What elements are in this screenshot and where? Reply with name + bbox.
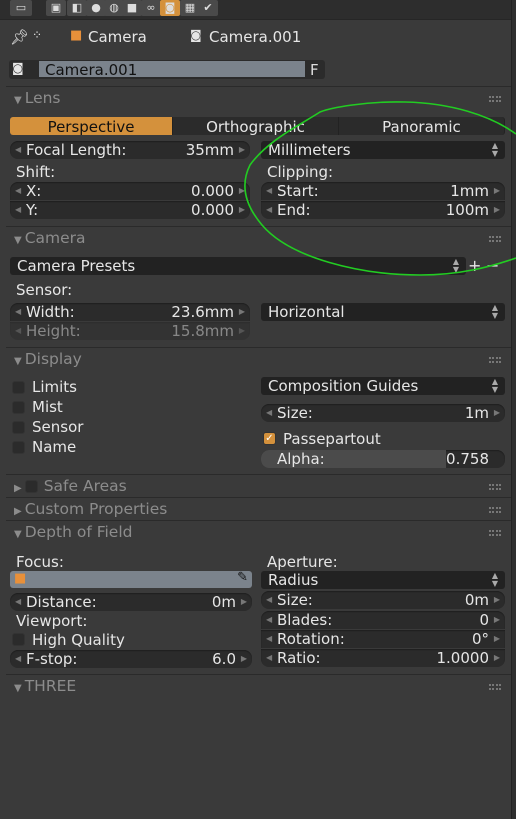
dof-panel-header[interactable]: ▼ Depth of Field xyxy=(14,522,132,542)
fstop-field[interactable]: ◀ F-stop: 6.0 ▶ xyxy=(10,650,252,668)
blades-field[interactable]: ◀ Blades: 0 ▶ xyxy=(261,611,505,629)
properties-header: ▭ ▣ ◧ ● ◍ ■ ∞ ◙ ▦ ✔ xyxy=(0,0,516,20)
breadcrumb-data: Camera.001 xyxy=(209,28,302,46)
drag-grip-icon[interactable] xyxy=(489,484,501,490)
lens-unit-dropdown[interactable]: Millimeters ▲ ▼ xyxy=(261,141,505,159)
fake-user-button[interactable]: F xyxy=(310,61,319,79)
three-title: THREE xyxy=(24,677,77,695)
safe-areas-panel-header[interactable]: ▶ Safe Areas xyxy=(14,476,127,496)
camera-icon: ◙ xyxy=(190,28,202,42)
constraints-icon[interactable]: ∞ xyxy=(141,0,161,16)
camera-title: Camera xyxy=(24,229,86,247)
rotation-field[interactable]: ◀ Rotation: 0° ▶ xyxy=(261,630,505,648)
safe-areas-title: Safe Areas xyxy=(43,477,127,495)
scene-icon[interactable]: ◧ xyxy=(67,0,87,16)
camera-browse-icon[interactable]: ◙ xyxy=(12,61,24,75)
lens-type-orthographic[interactable]: Orthographic xyxy=(173,117,339,136)
object-cube-icon: ■ xyxy=(14,571,27,586)
ratio-field[interactable]: ◀ Ratio: 1.0000 ▶ xyxy=(261,649,505,667)
focus-object-field[interactable]: ■ ✎ xyxy=(10,570,252,588)
scene-data-icon: ⁘ xyxy=(32,28,43,42)
texture-icon[interactable]: ▦ xyxy=(180,0,200,16)
camera-data-icon[interactable]: ◙ xyxy=(160,0,180,16)
aperture-size-field[interactable]: ◀ Size: 0m ▶ xyxy=(261,591,505,609)
camera-panel-header[interactable]: ▼ Camera xyxy=(14,228,86,248)
lens-type-perspective[interactable]: Perspective xyxy=(10,117,173,136)
focal-length-field[interactable]: ◀ Focal Length: 35mm ▶ xyxy=(10,141,250,159)
clip-end-field[interactable]: ◀ End: 100m ▶ xyxy=(261,201,505,219)
drag-grip-icon[interactable] xyxy=(489,96,501,102)
lens-title: Lens xyxy=(24,89,61,107)
drag-grip-icon[interactable] xyxy=(489,507,501,513)
aperture-label: Aperture: xyxy=(267,553,338,571)
dof-title: Depth of Field xyxy=(24,523,133,541)
clip-start-field[interactable]: ◀ Start: 1mm ▶ xyxy=(261,182,505,200)
object-icon[interactable]: ■ xyxy=(122,0,142,16)
focus-label: Focus: xyxy=(16,553,64,571)
drag-grip-icon[interactable] xyxy=(489,357,501,363)
drag-grip-icon[interactable] xyxy=(489,684,501,690)
display-title: Display xyxy=(24,350,82,368)
passepartout-alpha-slider[interactable]: Alpha: 0.758 xyxy=(261,450,505,468)
shift-x-field[interactable]: ◀ X: 0.000 ▶ xyxy=(10,182,250,200)
datablock-name-field[interactable]: Camera.001 xyxy=(39,61,305,79)
custom-properties-panel-header[interactable]: ▶ Custom Properties xyxy=(14,499,167,519)
safe-areas-checkbox[interactable] xyxy=(24,480,38,493)
object-cube-icon: ■ xyxy=(70,28,83,43)
pin-icon[interactable]: 📌︎ xyxy=(10,28,29,46)
lens-type-panoramic[interactable]: Panoramic xyxy=(339,117,505,136)
clipping-label: Clipping: xyxy=(267,163,334,181)
three-panel-header[interactable]: ▼ THREE xyxy=(14,676,76,696)
viewport-label: Viewport: xyxy=(16,612,88,630)
shift-y-field[interactable]: ◀ Y: 0.000 ▶ xyxy=(10,201,250,219)
remove-preset-button[interactable]: − xyxy=(486,256,499,275)
render-layers-icon[interactable]: ▣ xyxy=(46,0,66,16)
display-panel-header[interactable]: ▼ Display xyxy=(14,349,82,369)
sensor-fit-dropdown[interactable]: Horizontal ▲ ▼ xyxy=(261,303,505,321)
breadcrumb-object: Camera xyxy=(88,28,147,46)
globe-icon[interactable]: ◍ xyxy=(104,0,124,16)
sensor-height-field: ◀ Height: 15.8mm ▶ xyxy=(10,322,250,340)
custom-properties-title: Custom Properties xyxy=(24,500,168,518)
editor-type-icon[interactable]: ▭ xyxy=(10,0,32,16)
shift-label: Shift: xyxy=(16,163,56,181)
focus-distance-field[interactable]: ◀ Distance: 0m ▶ xyxy=(10,593,252,611)
sensor-width-field[interactable]: ◀ Width: 23.6mm ▶ xyxy=(10,303,250,321)
composition-guides-dropdown[interactable]: Composition Guides ▲ ▼ xyxy=(261,377,505,395)
high-quality-checkbox[interactable]: High Quality xyxy=(12,631,212,649)
lens-panel-header[interactable]: ▼ Lens xyxy=(14,88,61,108)
aperture-type-dropdown[interactable]: Radius ▲ ▼ xyxy=(261,571,505,589)
scrollbar[interactable] xyxy=(511,0,516,819)
display-size-field[interactable]: ◀ Size: 1m ▶ xyxy=(261,404,505,422)
sensor-label: Sensor: xyxy=(16,281,73,299)
camera-presets-dropdown[interactable]: Camera Presets ▲ ▼ xyxy=(10,257,466,275)
drag-grip-icon[interactable] xyxy=(489,236,501,242)
eyedropper-icon[interactable]: ✎ xyxy=(237,570,248,585)
passepartout-checkbox[interactable]: ✓ Passepartout xyxy=(263,430,503,448)
datablock-selector[interactable]: ◙ Camera.001 F xyxy=(9,60,325,79)
world-icon[interactable]: ● xyxy=(86,0,106,16)
modifiers-icon[interactable]: ✔ xyxy=(198,0,218,16)
drag-grip-icon[interactable] xyxy=(489,530,501,536)
add-preset-button[interactable]: + xyxy=(468,256,481,275)
